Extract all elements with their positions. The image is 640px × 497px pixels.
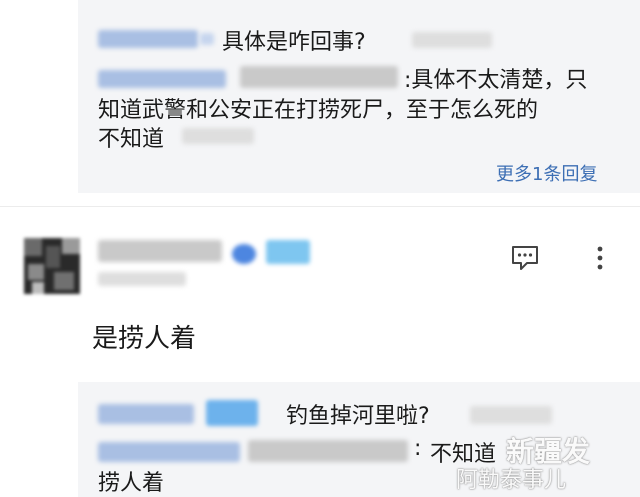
reply-username-blurred[interactable]	[98, 442, 240, 462]
reply-username-blurred[interactable]	[98, 70, 226, 88]
reply-username-blurred[interactable]	[98, 30, 198, 48]
comment-text: 是捞人着	[92, 324, 197, 354]
comment-username-blurred[interactable]	[98, 240, 222, 262]
avatar[interactable]	[24, 238, 80, 294]
reply-timestamp-blurred	[182, 128, 254, 144]
reply-target-blurred	[240, 66, 398, 88]
reply-timestamp-blurred	[470, 406, 552, 424]
reply-text: 具体是咋回事?	[222, 30, 366, 55]
user-badge-blurred	[266, 240, 310, 264]
reply-separator: :	[414, 436, 422, 461]
more-vertical-icon[interactable]	[590, 244, 610, 272]
reply-text-line2: 捞人着	[98, 471, 165, 496]
reply-target-blurred	[248, 440, 408, 462]
reply-text-line2: 知道武警和公安正在打捞死尸，至于怎么死的	[98, 98, 539, 123]
comment-icon[interactable]	[510, 244, 540, 272]
comment-divider	[0, 206, 640, 207]
verified-badge-icon	[232, 244, 256, 264]
reply-username-blurred[interactable]	[98, 404, 194, 424]
reply-username-suffix-blurred	[200, 33, 214, 45]
reply-text-line1: :具体不太清楚，只	[404, 68, 588, 93]
reply-timestamp-blurred	[412, 32, 492, 48]
reply-badge-blurred	[206, 400, 258, 426]
more-replies-link[interactable]: 更多1条回复	[496, 160, 597, 186]
reply-text: 钓鱼掉河里啦?	[286, 404, 430, 429]
comment-meta-blurred	[98, 272, 186, 286]
reply-text-line3: 不知道	[98, 127, 165, 152]
watermark-line2: 阿勒泰事儿	[456, 468, 567, 493]
